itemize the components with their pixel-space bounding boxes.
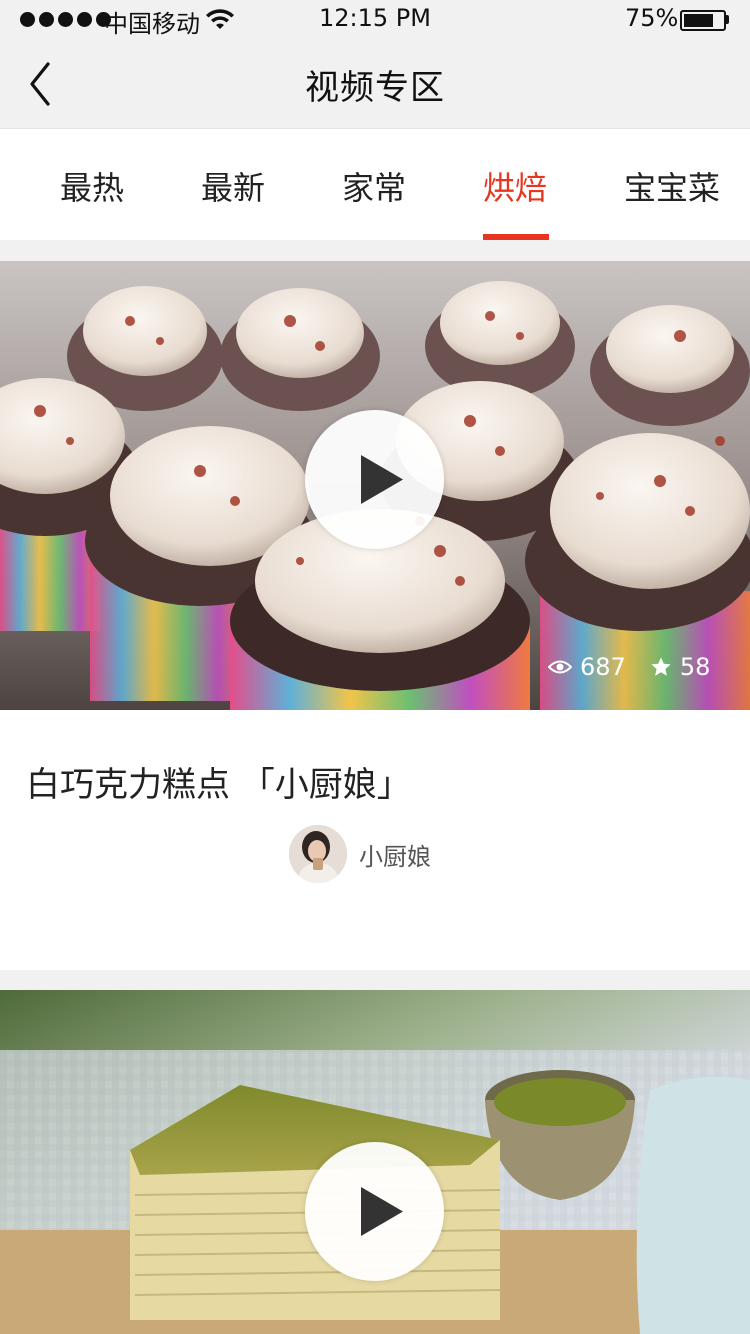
page-title: 视频专区 xyxy=(305,68,445,108)
category-tabs: 最热 最新 家常 烘焙 宝宝菜 xyxy=(0,128,750,240)
battery-percent: 75% xyxy=(625,4,679,32)
navigation-bar: 视频专区 xyxy=(0,40,750,128)
tab-home-cooking[interactable]: 家常 xyxy=(342,163,406,209)
view-count-value: 687 xyxy=(580,653,626,681)
battery-cap xyxy=(726,15,729,24)
video-card[interactable] xyxy=(0,990,750,1334)
video-thumbnail[interactable] xyxy=(0,990,750,1334)
play-icon xyxy=(361,1187,403,1236)
status-bar: 中国移动 12:15 PM 75% xyxy=(0,0,750,40)
tab-newest[interactable]: 最新 xyxy=(201,163,265,209)
video-stats: 687 58 xyxy=(548,653,710,681)
favorite-count-value: 58 xyxy=(679,653,711,681)
favorite-count: 58 xyxy=(650,653,711,681)
tab-hottest[interactable]: 最热 xyxy=(60,163,124,209)
active-tab-indicator xyxy=(483,234,549,240)
author-name[interactable]: 小厨娘 xyxy=(359,837,431,872)
tab-baking[interactable]: 烘焙 xyxy=(483,163,547,209)
author-info[interactable]: 小厨娘 xyxy=(289,825,431,883)
tab-baby-food[interactable]: 宝宝菜 xyxy=(624,163,720,209)
video-card[interactable]: 687 58 白巧克力糕点 「小厨娘」 小厨娘 xyxy=(0,261,750,970)
video-title[interactable]: 白巧克力糕点 「小厨娘」 xyxy=(26,757,411,806)
view-count: 687 xyxy=(548,653,626,681)
video-thumbnail[interactable]: 687 58 xyxy=(0,261,750,710)
star-icon xyxy=(651,657,671,676)
eye-icon xyxy=(548,660,572,674)
play-button[interactable] xyxy=(305,1142,444,1281)
play-icon xyxy=(361,455,403,504)
avatar[interactable] xyxy=(289,825,347,883)
battery-icon xyxy=(680,10,726,31)
play-button[interactable] xyxy=(305,410,444,549)
